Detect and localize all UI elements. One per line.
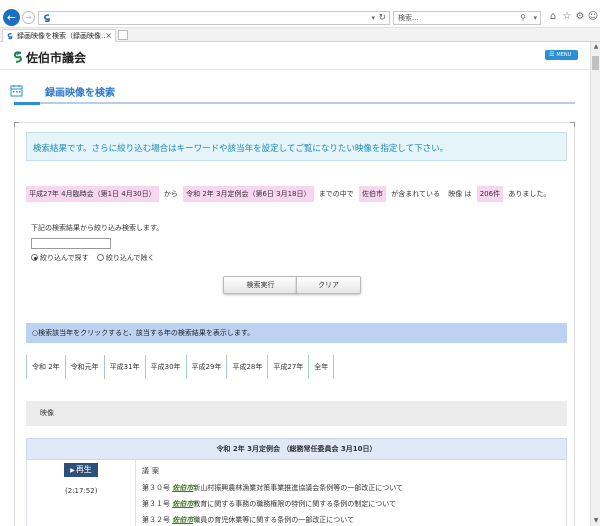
clear-button[interactable]: クリア [296,276,361,294]
browser-toolbar: ← → ▾ ↻ 検索... ⚲ ▾ ⌂ ☆ ⚙ ☺ [0,0,600,28]
year-hint-bar: ○検索該当年をクリックすると、該当する年の検索結果を表示します。 [26,323,567,343]
year-link[interactable]: 平成29年 [185,355,227,379]
page-title: 録画映像を検索 [45,88,115,99]
site-header [0,42,590,70]
title-accent-line [14,102,40,105]
agenda-item[interactable]: 第３２号 佐伯市職員の育児休業等に関する条例の一部改正について [142,515,354,525]
back-button[interactable]: ← [3,9,20,26]
agenda-label: 議案 [142,467,162,475]
search-icon[interactable]: ⚲ [520,12,526,24]
year-link[interactable]: 令和 2年 [26,355,65,379]
search-execute-button[interactable]: 検索実行 [223,276,298,294]
found-label: ありました。 [508,190,551,198]
city-logo-icon [13,51,22,63]
settings-gear-icon[interactable]: ⚙ [574,11,586,23]
year-link[interactable]: 平成28年 [226,355,267,379]
play-label: 再生 [75,465,92,474]
panel-corner [14,122,19,127]
browser-search-box[interactable]: 検索... ⚲ ▾ [393,11,541,25]
scroll-down-arrow-icon[interactable]: ▼ [592,517,600,525]
home-icon[interactable]: ⌂ [547,11,559,23]
date-from-chip: 平成27年 4月臨時会（第1日 4月30日） [26,186,159,202]
until-label: までの中で [318,190,354,198]
tab-close-icon[interactable]: × [105,30,112,42]
scroll-thumb[interactable] [592,56,599,70]
site-favicon-icon [44,14,50,23]
year-filter-list: 令和 2年 令和元年 平成31年 平成30年 平成29年 平成28年 平成27年 全年 [26,355,335,379]
agenda-text: 教育に関する事務の職務権限の特例に関する条例の制定について [193,500,397,508]
agenda-item[interactable]: 第３０号 佐伯市新山村振興農林漁業対策事業推進協議会条例等の一部改正について [142,483,403,493]
address-dropdown-icon[interactable]: ▾ [371,12,375,24]
radio-include[interactable] [31,254,38,261]
tab-favicon-icon [7,32,13,40]
radio-exclude-label[interactable]: 絞り込んで除く [106,254,155,262]
agenda-number: 第３１号 [142,500,173,508]
scroll-up-arrow-icon[interactable]: ▲ [592,43,600,51]
calendar-icon [10,85,23,97]
play-icon: ▶ [70,467,75,474]
play-button[interactable]: ▶再生 [64,463,98,477]
search-conditions: 平成27年 4月臨時会（第1日 4月30日） から 令和 2年 3月定例会（第6… [26,186,553,202]
vertical-scrollbar[interactable]: ▲ ▼ [590,42,600,526]
year-link-all[interactable]: 全年 [308,355,335,379]
agenda-item[interactable]: 第３１号 佐伯市教育に関する事務の職務権限の特例に関する条例の制定について [142,499,396,509]
keyword-highlight: 佐伯市 [172,516,194,524]
address-bar[interactable]: ▾ ↻ [38,11,390,25]
video-duration: (2:17:52) [65,487,98,495]
keyword-highlight: 佐伯市 [172,484,194,492]
filter-label: 下記の検索結果から絞り込み検索します。 [31,224,164,232]
tab-strip: 録画映像を検索（録画映像... × [0,28,600,42]
session-title: 令和 2年 3月定例会 （総務常任委員会 3月10日） [26,438,567,460]
feedback-smiley-icon[interactable]: ☺ [587,11,599,23]
radio-exclude[interactable] [96,254,104,261]
hamburger-icon: ☰ [549,51,555,58]
year-link[interactable]: 平成27年 [267,355,308,379]
menu-label: MENU [556,52,572,58]
search-placeholder: 検索... [398,14,419,22]
column-divider [135,459,136,526]
agenda-text: 新山村振興農林漁業対策事業推進協議会条例等の一部改正について [193,484,404,492]
from-label: から [163,190,178,198]
panel-corner [570,122,575,127]
video-section-header: 映像 [26,401,567,426]
results-info-text: 検索結果です。さらに絞り込む場合はキーワードや該当年を設定してご覧になりたい映像… [33,144,449,154]
tab-title: 録画映像を検索（録画映像... [17,32,105,40]
year-link[interactable]: 令和元年 [64,355,104,379]
year-link[interactable]: 平成31年 [103,355,145,379]
new-tab-button[interactable] [118,30,128,40]
search-dropdown-icon[interactable]: ▾ [533,12,537,24]
agenda-number: 第３０号 [142,484,173,492]
year-link[interactable]: 平成30年 [144,355,186,379]
results-info-box: 検索結果です。さらに絞り込む場合はキーワードや該当年を設定してご覧になりたい映像… [26,132,567,161]
site-logo-text[interactable]: 佐伯市議会 [26,49,86,66]
result-count-chip: 206件 [476,186,504,202]
video-label: 映像 は [448,190,472,198]
reload-icon[interactable]: ↻ [378,12,386,24]
filter-keyword-input[interactable] [31,238,111,249]
filter-mode-radios: 絞り込んで探す 絞り込んで除く [31,253,161,263]
favorites-star-icon[interactable]: ☆ [561,11,573,23]
contains-label: が含まれている [391,190,441,198]
keyword-highlight: 佐伯市 [172,500,194,508]
radio-include-label[interactable]: 絞り込んで探す [40,254,89,262]
date-to-chip: 令和 2年 3月定例会（第6日 3月18日） [183,186,314,202]
agenda-text: 職員の育児休業等に関する条例の一部改正について [193,516,355,524]
menu-button[interactable]: ☰ MENU [545,50,578,60]
keyword-chip: 佐伯市 [358,186,386,202]
browser-tab-active[interactable]: 録画映像を検索（録画映像... × [2,29,116,42]
forward-button[interactable]: → [22,11,35,24]
agenda-number: 第３２号 [142,516,173,524]
